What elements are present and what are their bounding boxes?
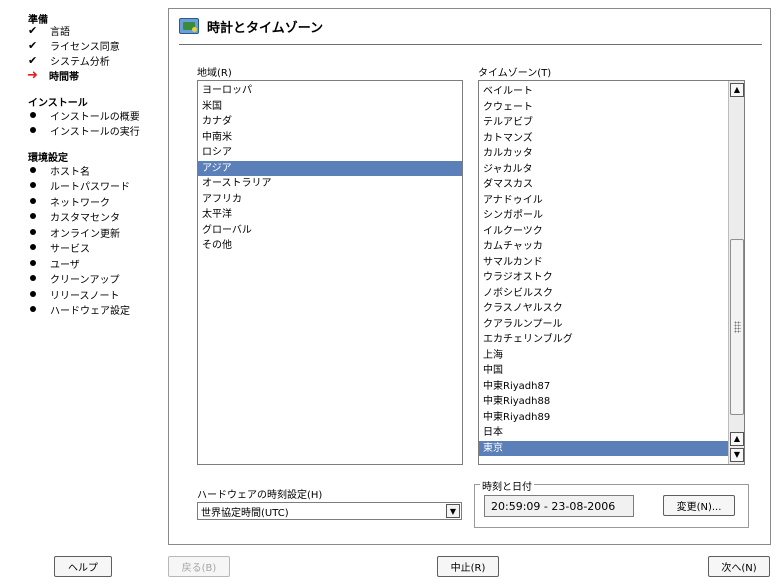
scroll-up-icon[interactable]: ▲ (730, 432, 744, 446)
region-label: 地域(R) (197, 68, 232, 79)
timezone-items: ベイルート クウェート テルアビブ カトマンズ カルカッタ ジャカルタ ダマスカス アナドゥイ… (479, 84, 728, 456)
timezone-item[interactable]: クラスノヤルスク (479, 301, 728, 317)
timezone-item[interactable]: カムチャッカ (479, 239, 728, 255)
step-root-password: ルートパスワード (28, 178, 130, 193)
bullet-icon (28, 291, 50, 297)
region-item[interactable]: 太平洋 (198, 207, 462, 223)
time-date-display: 20:59:09 - 23-08-2006 (484, 495, 634, 517)
arrow-right-icon: ➜ (27, 67, 38, 83)
bullet-icon (28, 260, 50, 266)
timezone-item[interactable]: ウラジオストク (479, 270, 728, 286)
timezone-item[interactable]: アナドゥイル (479, 193, 728, 209)
bullet-icon (28, 198, 50, 204)
step-online-update: オンライン更新 (28, 225, 120, 240)
scroll-down-icon[interactable]: ▼ (730, 448, 744, 462)
installation-steps-sidebar: 準備 ✔ 言語 ✔ ライセンス同意 ✔ システム分析 ➜ 時間帯 インストール インスト… (0, 0, 165, 545)
time-date-value: 20:59:09 - 23-08-2006 (491, 499, 616, 513)
region-item[interactable]: オーストラリア (198, 176, 462, 192)
timezone-item[interactable]: クウェート (479, 100, 728, 116)
timezone-item[interactable]: カルカッタ (479, 146, 728, 162)
timezone-item[interactable]: サマルカンド (479, 255, 728, 271)
change-time-button[interactable]: 変更(N)... (663, 495, 735, 516)
step-hardware-config: ハードウェア設定 (28, 302, 130, 317)
timezone-item[interactable]: エカチェリンブルグ (479, 332, 728, 348)
timezone-item[interactable]: 中東Riyadh87 (479, 379, 728, 395)
step-license: ✔ ライセンス同意 (28, 38, 120, 53)
bullet-icon (28, 127, 50, 133)
region-item[interactable]: アフリカ (198, 192, 462, 208)
hardware-clock-label: ハードウェアの時刻設定(H) (197, 490, 323, 501)
timezone-item[interactable]: カトマンズ (479, 131, 728, 147)
step-install-summary: インストールの概要 (28, 108, 140, 123)
timezone-listbox[interactable]: ベイルート クウェート テルアビブ カトマンズ カルカッタ ジャカルタ ダマスカス アナドゥイ… (478, 80, 745, 465)
region-item[interactable]: ヨーロッパ (198, 83, 462, 99)
region-item[interactable]: ロシア (198, 145, 462, 161)
step-timezone: ➜ 時間帯 (27, 67, 79, 83)
check-icon: ✔ (28, 23, 38, 37)
region-item[interactable]: その他 (198, 238, 462, 254)
timezone-item[interactable]: 中東Riyadh88 (479, 394, 728, 410)
timezone-item[interactable]: 東京 (479, 440, 728, 456)
panel-header: 時計とタイムゾーン (179, 15, 323, 37)
page-title: 時計とタイムゾーン (207, 20, 324, 36)
chevron-down-icon[interactable]: ▼ (446, 504, 460, 518)
timezone-item[interactable]: シンガポール (479, 208, 728, 224)
timezone-item[interactable]: クアラルンプール (479, 317, 728, 333)
bullet-icon (28, 229, 50, 235)
step-hostname: ホスト名 (28, 163, 90, 178)
clock-timezone-icon (179, 18, 199, 34)
step-network: ネットワーク (28, 194, 110, 209)
region-item[interactable]: グローバル (198, 223, 462, 239)
back-button[interactable]: 戻る(B) (168, 556, 230, 577)
step-system-analysis: ✔ システム分析 (28, 53, 110, 68)
step-cleanup: クリーンアップ (28, 271, 120, 286)
timezone-item[interactable]: 中東Riyadh89 (479, 410, 728, 426)
region-item[interactable]: 米国 (198, 99, 462, 115)
grip-icon (734, 321, 741, 333)
scroll-thumb[interactable] (730, 239, 744, 415)
timezone-label: タイムゾーン(T) (478, 68, 552, 79)
timezone-item[interactable]: 日本 (479, 425, 728, 441)
region-item[interactable]: カナダ (198, 114, 462, 130)
step-perform-installation: インストールの実行 (28, 123, 140, 138)
step-users: ユーザ (28, 256, 80, 271)
timezone-item[interactable]: 上海 (479, 348, 728, 364)
bullet-icon (28, 275, 50, 281)
bullet-icon (28, 213, 50, 219)
time-date-group: 時刻と日付 20:59:09 - 23-08-2006 変更(N)... (474, 478, 749, 528)
timezone-item[interactable]: ベイルート (479, 84, 728, 100)
step-customer-center: カスタマセンタ (28, 209, 120, 224)
timezone-item[interactable]: イルクーツク (479, 224, 728, 240)
help-button[interactable]: ヘルプ (54, 556, 112, 577)
bullet-icon (28, 306, 50, 312)
bullet-icon (28, 112, 50, 118)
timezone-item[interactable]: ノボシビルスク (479, 286, 728, 302)
step-release-notes: リリースノート (28, 287, 120, 302)
timezone-item[interactable]: ダマスカス (479, 177, 728, 193)
abort-button[interactable]: 中止(R) (437, 556, 499, 577)
bullet-icon (28, 182, 50, 188)
check-icon: ✔ (28, 38, 38, 52)
check-icon: ✔ (28, 53, 38, 67)
hardware-clock-select[interactable]: 世界協定時間(UTC) ▼ (197, 502, 462, 520)
time-date-label: 時刻と日付 (480, 478, 534, 493)
bullet-icon (28, 244, 50, 250)
timezone-scrollbar[interactable]: ▲ ▲ ▼ (728, 81, 744, 464)
next-button[interactable]: 次へ(N) (708, 556, 770, 577)
step-services: サービス (28, 240, 90, 255)
hardware-clock-value: 世界協定時間(UTC) (201, 507, 289, 519)
timezone-item[interactable]: 中国 (479, 363, 728, 379)
region-item[interactable]: アジア (198, 160, 462, 176)
step-language: ✔ 言語 (28, 23, 70, 38)
bullet-icon (28, 167, 50, 173)
scroll-up-icon[interactable]: ▲ (730, 83, 744, 97)
clock-timezone-panel: 時計とタイムゾーン 地域(R) ヨーロッパ 米国 カナダ 中南米 ロシア アジア オーストラ… (168, 8, 771, 545)
timezone-item[interactable]: ジャカルタ (479, 162, 728, 178)
timezone-item[interactable]: テルアビブ (479, 115, 728, 131)
region-listbox[interactable]: ヨーロッパ 米国 カナダ 中南米 ロシア アジア オーストラリア アフリカ 太平洋 グローバル その… (197, 80, 463, 465)
header-divider (179, 44, 762, 45)
region-item[interactable]: 中南米 (198, 130, 462, 146)
